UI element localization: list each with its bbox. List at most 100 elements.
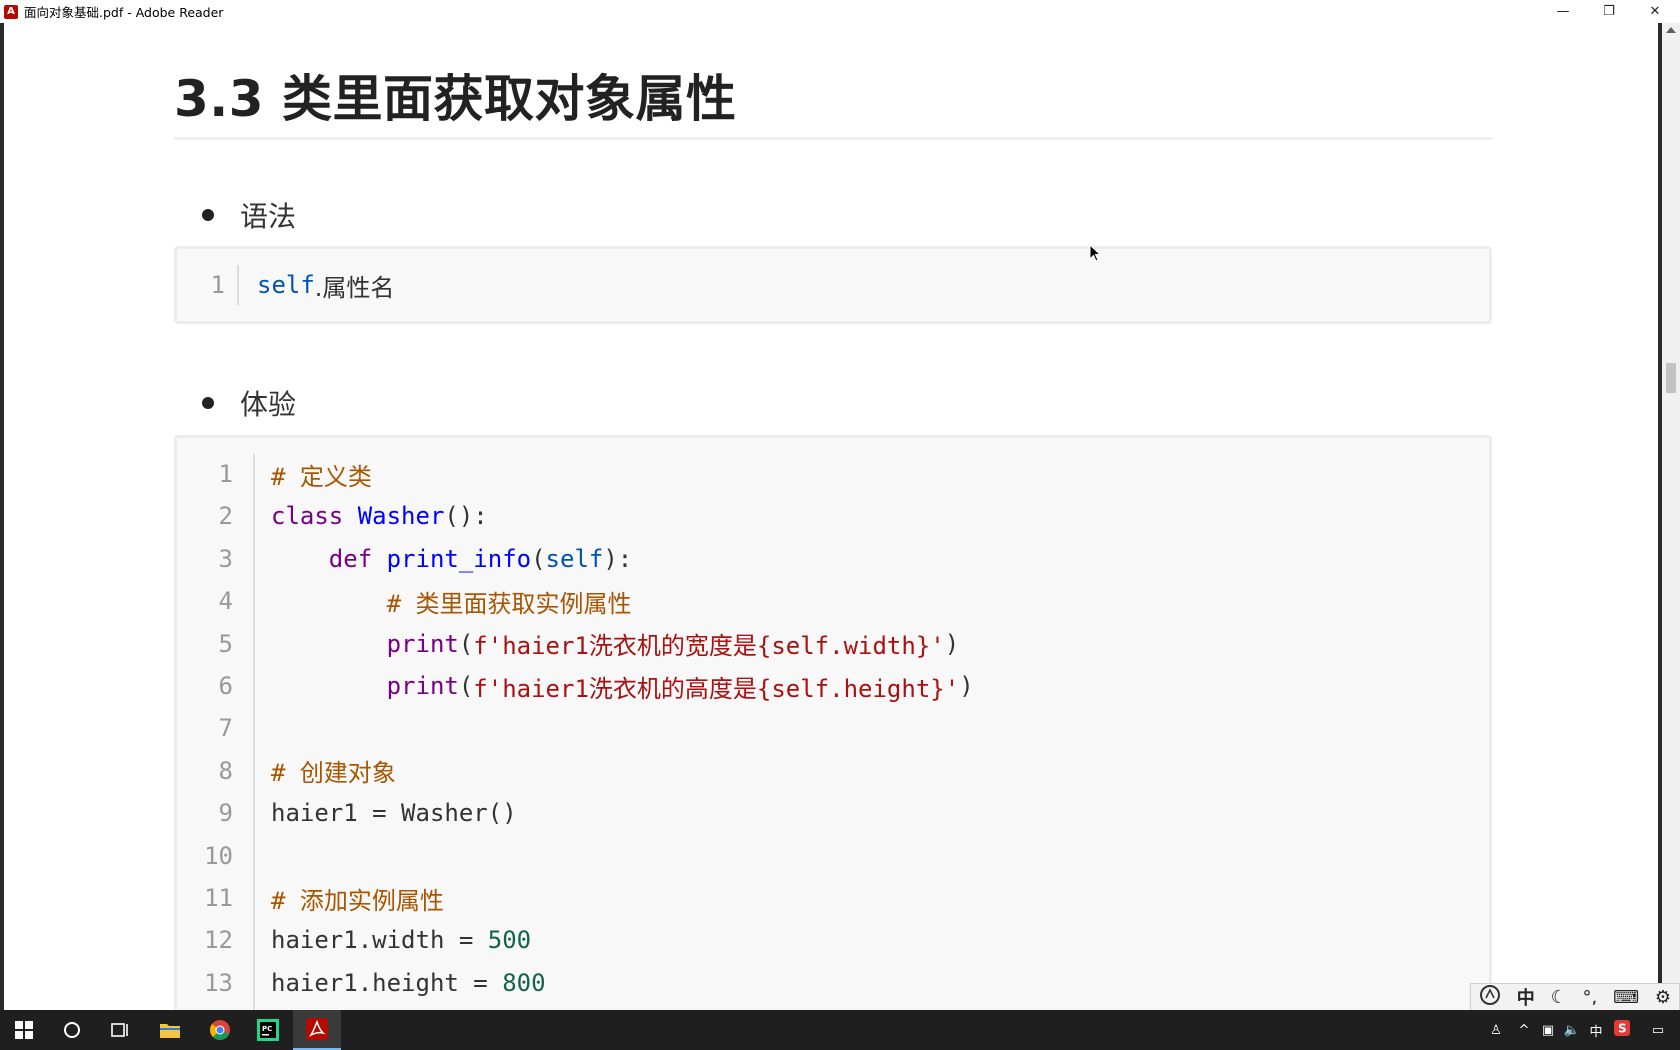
ime-toolbar: 中 ☾ °, ⌨ ⚙	[1470, 983, 1680, 1011]
adobe-reader-taskbar-icon[interactable]	[293, 1010, 341, 1050]
code-line: # 创建对象	[271, 751, 396, 791]
people-icon[interactable]: ♙	[1480, 1023, 1512, 1038]
code-token: ():	[444, 502, 488, 531]
line-number: 1	[210, 271, 225, 299]
bullet-dot-icon	[202, 397, 214, 409]
restore-button[interactable]: ❐	[1586, 0, 1632, 23]
syntax-code-block: 1 self .属性名	[174, 246, 1492, 324]
example-code-block: 1 # 定义类 2 class Washer (): 3 def print_info(s…	[174, 435, 1492, 1010]
code-token: def	[328, 544, 387, 573]
svg-text:S: S	[1618, 1022, 1627, 1036]
tray-language-indicator[interactable]: 中	[1584, 1021, 1608, 1040]
code-token: haier1 = Washer()	[271, 799, 517, 828]
network-icon[interactable]: ▣	[1536, 1023, 1560, 1038]
line-number: 7	[218, 714, 233, 743]
code-token: # 添加实例属性	[271, 886, 444, 915]
settings-gear-icon[interactable]: ⚙	[1655, 987, 1671, 1008]
line-number: 6	[218, 672, 233, 700]
vertical-scrollbar[interactable]	[1662, 23, 1680, 1010]
code-line: def print_info(self):	[271, 539, 632, 579]
svg-text:PC: PC	[262, 1025, 272, 1033]
punctuation-icon[interactable]: °,	[1583, 987, 1598, 1008]
bullet-syntax: 语法	[202, 195, 296, 235]
line-number: 10	[204, 841, 233, 870]
code-token: print	[386, 629, 459, 658]
notification-icon[interactable]: ▭	[1636, 1023, 1680, 1038]
chevron-up-icon[interactable]: ^	[1512, 1023, 1536, 1038]
code-token: # 创建对象	[271, 759, 396, 788]
code-token: (	[531, 544, 546, 573]
line-number: 3	[218, 544, 233, 573]
line-number: 2	[218, 502, 233, 531]
keyboard-icon[interactable]: ⌨	[1613, 987, 1639, 1008]
minimize-button[interactable]: —	[1540, 0, 1586, 23]
task-view-icon[interactable]	[96, 1010, 144, 1050]
code-token: haier1.width =	[271, 926, 488, 955]
scrollbar-thumb[interactable]	[1666, 363, 1676, 393]
pycharm-icon[interactable]: PC	[244, 1010, 292, 1050]
section-heading: 3.3 类里面获取对象属性	[174, 70, 737, 128]
code-token: )	[959, 672, 974, 700]
gutter-divider	[253, 454, 255, 1010]
code-token: f'haier1洗衣机的宽度是{self.width}'	[473, 632, 945, 661]
code-token: (	[458, 629, 474, 658]
search-circle-icon[interactable]	[48, 1010, 96, 1050]
line-number: 11	[204, 884, 233, 912]
line-number: 1	[218, 460, 233, 488]
sogou-ime-icon[interactable]: S	[1608, 1020, 1636, 1040]
code-token: # 定义类	[271, 462, 372, 491]
code-token-attr: .属性名	[314, 273, 395, 302]
system-tray: ♙ ^ ▣ 🔈 中 S ▭	[1480, 1010, 1680, 1050]
code-token: 800	[502, 968, 546, 997]
pdf-page: 3.3 类里面获取对象属性 语法 1 self .属性名 体验 1 # 定义类 2 cl…	[4, 23, 1658, 1010]
code-token: ):	[603, 544, 633, 573]
scroll-up-arrow-icon[interactable]	[1666, 27, 1676, 33]
heading-divider	[174, 137, 1492, 140]
code-token: haier1.height =	[271, 968, 503, 997]
bullet-example-label: 体验	[240, 388, 297, 421]
windows-start-icon[interactable]	[0, 1010, 48, 1050]
code-token: class	[271, 502, 358, 531]
line-number: 4	[218, 587, 233, 616]
window-title: 面向对象基础.pdf - Adobe Reader	[24, 5, 224, 20]
code-token: f'haier1洗衣机的高度是{self.height}'	[473, 674, 960, 703]
file-explorer-icon[interactable]	[146, 1010, 194, 1050]
code-line: # 添加实例属性	[271, 878, 444, 918]
taskbar: PC ♙ ^ ▣ 🔈 中 S ▭	[0, 1010, 1680, 1050]
code-token: print	[386, 672, 459, 700]
code-line: class Washer ():	[271, 496, 488, 536]
code-line: haier1 = Washer()	[271, 793, 517, 833]
volume-icon[interactable]: 🔈	[1560, 1023, 1584, 1038]
bullet-dot-icon	[202, 209, 214, 221]
chrome-icon[interactable]	[196, 1010, 244, 1050]
gutter-divider	[237, 265, 239, 305]
window-title-bar: A 面向对象基础.pdf - Adobe Reader — ❐ ✕	[0, 0, 1680, 24]
code-token: print_info	[386, 544, 532, 573]
adobe-reader-icon: A	[4, 4, 18, 19]
line-number: 12	[204, 926, 233, 955]
line-number: 8	[218, 756, 233, 785]
bullet-example: 体验	[202, 383, 296, 423]
line-number: 5	[218, 629, 233, 658]
close-button[interactable]: ✕	[1632, 0, 1678, 23]
code-token: (	[458, 672, 474, 700]
ime-mode-label[interactable]: 中	[1517, 984, 1535, 1010]
code-line: haier1.height = 800	[271, 963, 546, 1003]
mouse-cursor-icon	[1089, 243, 1102, 266]
bullet-syntax-label: 语法	[240, 200, 297, 233]
code-line: # 定义类	[271, 454, 372, 494]
line-number: 13	[204, 968, 233, 997]
code-line: # 类里面获取实例属性	[271, 581, 632, 621]
code-token: Washer	[357, 502, 445, 531]
half-width-moon-icon[interactable]: ☾	[1551, 987, 1567, 1008]
line-number: 9	[218, 799, 233, 828]
ime-logo-icon[interactable]	[1479, 984, 1501, 1011]
code-token: 500	[487, 926, 532, 955]
code-line: self .属性名	[257, 265, 394, 305]
code-token-self: self	[257, 271, 315, 299]
code-token: # 类里面获取实例属性	[386, 589, 632, 618]
